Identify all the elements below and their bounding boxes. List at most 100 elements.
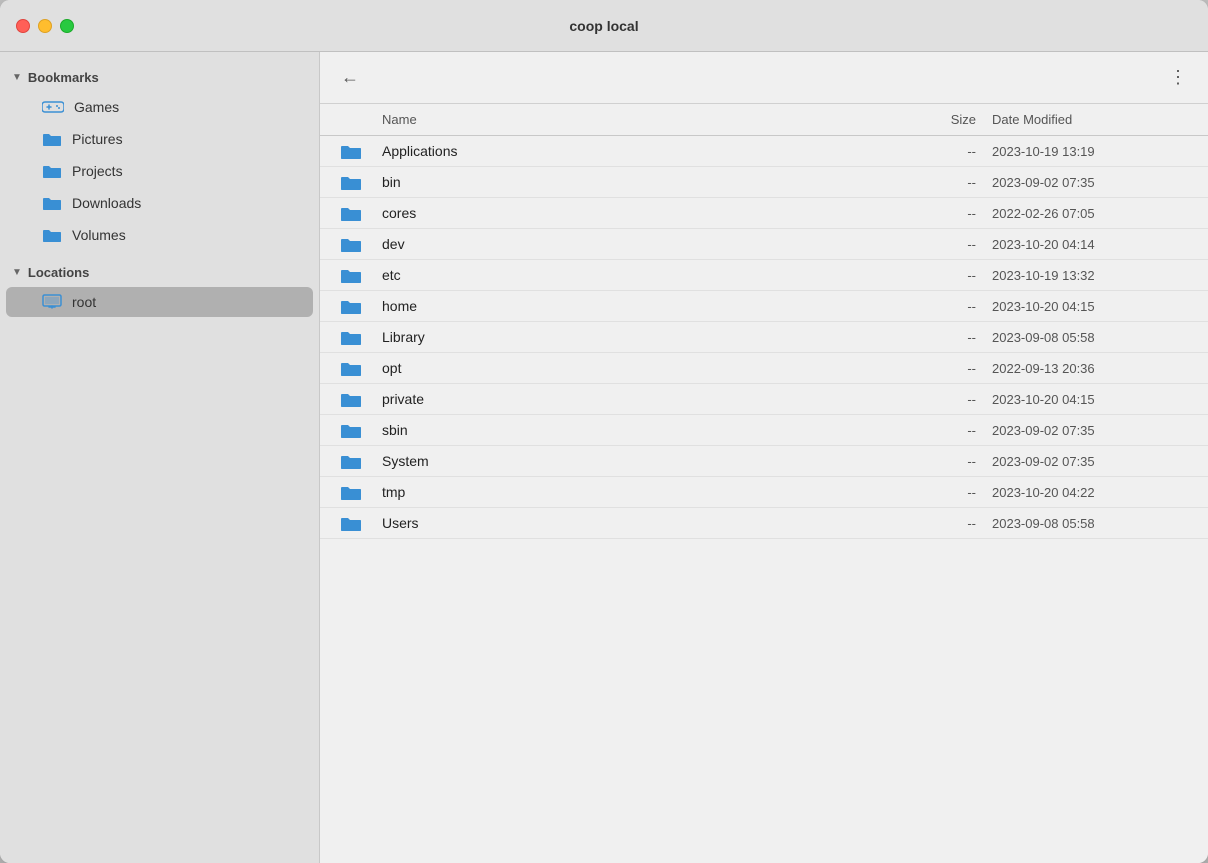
file-name: dev [382,236,892,252]
file-date: 2022-02-26 07:05 [992,206,1192,221]
locations-label: Locations [28,265,89,280]
folder-icon [336,142,366,160]
sidebar-item-projects[interactable]: Projects [6,156,313,186]
file-name: Users [382,515,892,531]
main-content: ▼ Bookmarks Games [0,52,1208,863]
window-title: coop local [569,18,638,34]
bookmarks-chevron-icon: ▼ [12,72,22,83]
file-date: 2022-09-13 20:36 [992,361,1192,376]
close-button[interactable] [16,19,30,33]
file-date: 2023-09-02 07:35 [992,454,1192,469]
folder-icon [336,421,366,439]
table-row[interactable]: bin -- 2023-09-02 07:35 [320,167,1208,198]
column-headers: Name Size Date Modified [320,104,1208,136]
file-date: 2023-10-19 13:19 [992,144,1192,159]
sidebar-item-downloads[interactable]: Downloads [6,188,313,218]
folder-icon [336,297,366,315]
file-name: Applications [382,143,892,159]
file-name: tmp [382,484,892,500]
file-size: -- [892,237,992,252]
file-name: Library [382,329,892,345]
file-name: private [382,391,892,407]
folder-icon [336,204,366,222]
sidebar: ▼ Bookmarks Games [0,52,320,863]
sidebar-item-volumes[interactable]: Volumes [6,220,313,250]
folder-icon [336,328,366,346]
file-size: -- [892,144,992,159]
table-row[interactable]: tmp -- 2023-10-20 04:22 [320,477,1208,508]
file-date: 2023-09-02 07:35 [992,175,1192,190]
sidebar-item-label-pictures: Pictures [72,131,123,147]
folder-icon-projects [42,163,62,179]
folder-icon [336,483,366,501]
table-row[interactable]: dev -- 2023-10-20 04:14 [320,229,1208,260]
sidebar-item-pictures[interactable]: Pictures [6,124,313,154]
table-row[interactable]: Library -- 2023-09-08 05:58 [320,322,1208,353]
sidebar-item-games[interactable]: Games [6,92,313,122]
folder-icon [336,452,366,470]
file-size: -- [892,330,992,345]
traffic-lights [16,19,74,33]
file-size: -- [892,361,992,376]
bookmarks-section-header[interactable]: ▼ Bookmarks [0,64,319,91]
table-row[interactable]: private -- 2023-10-20 04:15 [320,384,1208,415]
column-header-name: Name [336,112,892,127]
file-size: -- [892,206,992,221]
file-name: bin [382,174,892,190]
file-size: -- [892,268,992,283]
locations-section-header[interactable]: ▼ Locations [0,259,319,286]
table-row[interactable]: etc -- 2023-10-19 13:32 [320,260,1208,291]
file-size: -- [892,175,992,190]
file-size: -- [892,392,992,407]
computer-icon [42,294,62,310]
folder-icon-downloads [42,195,62,211]
titlebar: coop local [0,0,1208,52]
games-icon [42,99,64,115]
file-toolbar: ← ⋮ [320,52,1208,104]
maximize-button[interactable] [60,19,74,33]
window: coop local ▼ Bookmarks [0,0,1208,863]
table-row[interactable]: cores -- 2022-02-26 07:05 [320,198,1208,229]
file-name: opt [382,360,892,376]
sidebar-item-label-root: root [72,294,96,310]
sidebar-item-label-projects: Projects [72,163,123,179]
table-row[interactable]: Applications -- 2023-10-19 13:19 [320,136,1208,167]
table-row[interactable]: sbin -- 2023-09-02 07:35 [320,415,1208,446]
file-name: etc [382,267,892,283]
minimize-button[interactable] [38,19,52,33]
file-date: 2023-10-20 04:14 [992,237,1192,252]
file-area: ← ⋮ Name Size Date Modified Applications… [320,52,1208,863]
file-name: cores [382,205,892,221]
file-name: sbin [382,422,892,438]
file-date: 2023-10-20 04:15 [992,299,1192,314]
file-size: -- [892,423,992,438]
file-size: -- [892,485,992,500]
file-date: 2023-10-19 13:32 [992,268,1192,283]
more-options-button[interactable]: ⋮ [1164,64,1192,92]
file-date: 2023-09-08 05:58 [992,330,1192,345]
table-row[interactable]: opt -- 2022-09-13 20:36 [320,353,1208,384]
bookmarks-label: Bookmarks [28,70,99,85]
sidebar-item-root[interactable]: root [6,287,313,317]
file-date: 2023-10-20 04:15 [992,392,1192,407]
back-button[interactable]: ← [336,64,364,92]
file-date: 2023-09-08 05:58 [992,516,1192,531]
file-name: System [382,453,892,469]
table-row[interactable]: Users -- 2023-09-08 05:58 [320,508,1208,539]
file-size: -- [892,454,992,469]
folder-icon [336,514,366,532]
file-date: 2023-09-02 07:35 [992,423,1192,438]
sidebar-item-label-games: Games [74,99,119,115]
sidebar-item-label-volumes: Volumes [72,227,126,243]
table-row[interactable]: home -- 2023-10-20 04:15 [320,291,1208,322]
folder-icon-pictures [42,131,62,147]
table-row[interactable]: System -- 2023-09-02 07:35 [320,446,1208,477]
folder-icon [336,266,366,284]
file-date: 2023-10-20 04:22 [992,485,1192,500]
folder-icon [336,173,366,191]
locations-chevron-icon: ▼ [12,267,22,278]
file-size: -- [892,299,992,314]
file-size: -- [892,516,992,531]
folder-icon [336,359,366,377]
file-list: Applications -- 2023-10-19 13:19 bin -- … [320,136,1208,863]
